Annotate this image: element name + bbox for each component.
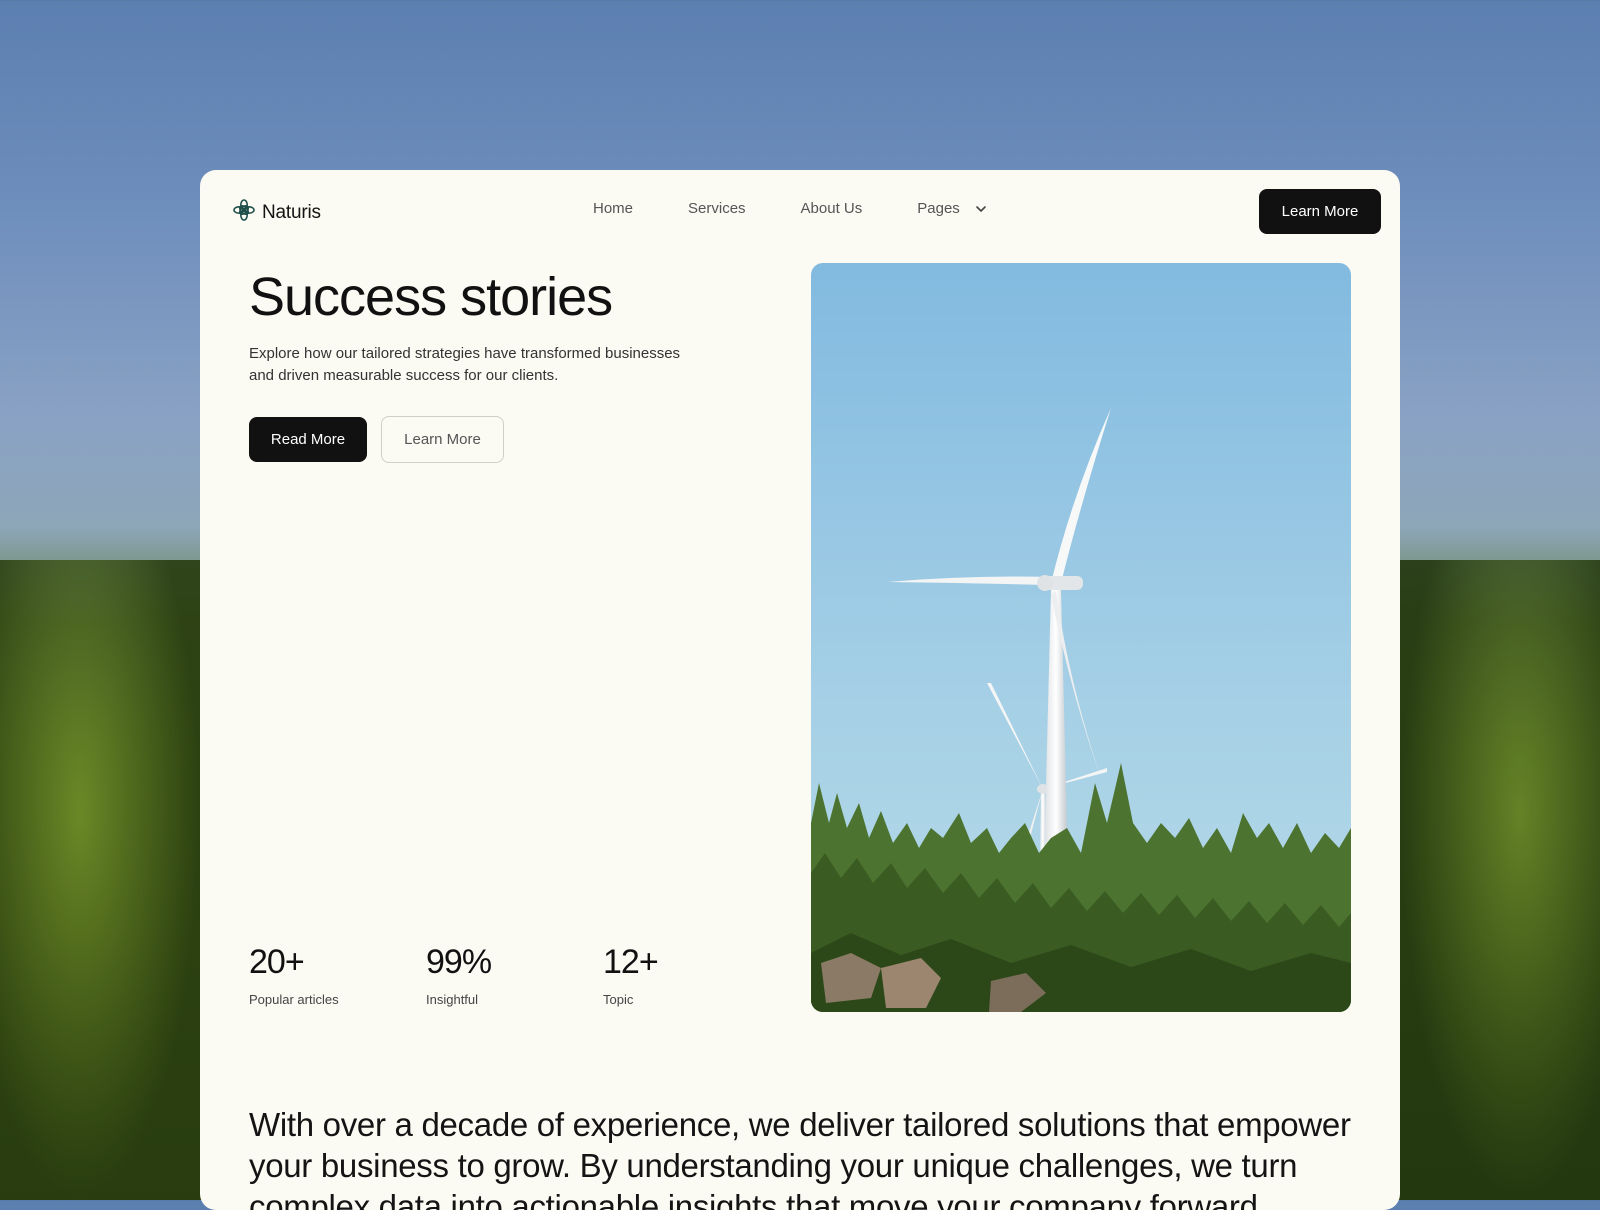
nav-learn-more-button[interactable]: Learn More — [1259, 189, 1381, 234]
background-blur-right — [1400, 560, 1600, 1200]
nav-pages-label: Pages — [917, 200, 960, 217]
page-title: Success stories — [249, 267, 613, 327]
learn-more-button[interactable]: Learn More — [381, 416, 504, 463]
brand[interactable]: Naturis — [232, 198, 321, 227]
page-card: Naturis Home Services About Us Pages Lea… — [200, 170, 1400, 1210]
nav-services[interactable]: Services — [688, 200, 746, 217]
stat-value: 99% — [426, 943, 492, 981]
background-blur-left — [0, 560, 200, 1200]
hero-description: Explore how our tailored strategies have… — [249, 345, 681, 384]
stat-value: 20+ — [249, 943, 305, 981]
chevron-down-icon — [974, 202, 988, 216]
navbar: Naturis Home Services About Us Pages Lea… — [200, 170, 1400, 250]
stat-label: Topic — [603, 992, 634, 1007]
read-more-button[interactable]: Read More — [249, 417, 367, 462]
stats-row: 20+ Popular articles 99% Insightful 12+ … — [249, 942, 780, 1007]
brand-name: Naturis — [262, 201, 321, 223]
stat-item: 12+ Topic — [603, 942, 780, 1007]
hero-image-wind-turbines — [811, 263, 1351, 1012]
stat-item: 20+ Popular articles — [249, 942, 426, 1007]
stat-label: Insightful — [426, 992, 479, 1007]
nav-about-us[interactable]: About Us — [801, 200, 863, 217]
about-paragraph: With over a decade of experience, we del… — [249, 1106, 1351, 1210]
stat-value: 12+ — [603, 943, 659, 981]
nav-home[interactable]: Home — [593, 200, 633, 217]
stat-label: Popular articles — [249, 992, 339, 1007]
flower-logo-icon — [232, 198, 256, 227]
nav-pages-dropdown[interactable]: Pages — [917, 200, 988, 217]
nav-links: Home Services About Us Pages — [593, 200, 988, 217]
stat-item: 99% Insightful — [426, 942, 603, 1007]
